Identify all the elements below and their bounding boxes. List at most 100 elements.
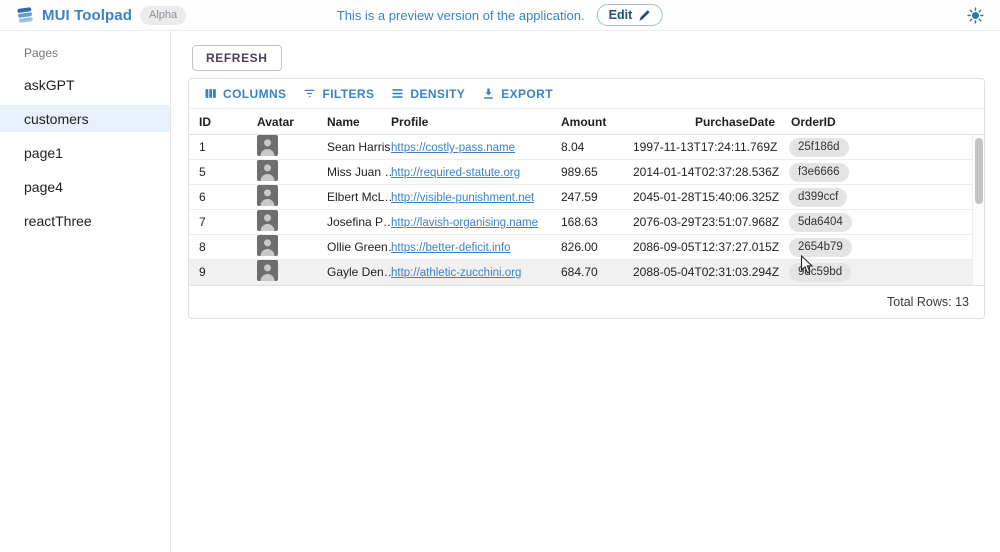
sidebar-item-askGPT[interactable]: askGPT (0, 71, 170, 98)
data-grid: COLUMNS FILTERS DE (188, 78, 985, 319)
table-row[interactable]: 7 Josefina P…http://lavish-organising.nam… (189, 210, 984, 235)
refresh-button[interactable]: REFRESH (192, 45, 282, 71)
cell-name: Miss Juan … (327, 165, 391, 179)
cell-id: 7 (199, 215, 257, 229)
sidebar-list: askGPT customers page1 page4 reactThree (0, 71, 170, 234)
edit-button-label: Edit (609, 8, 633, 22)
cell-id: 5 (199, 165, 257, 179)
grid-rows: 1Sean Harrishttps://costly-pass.name8.04… (189, 135, 984, 285)
export-button[interactable]: EXPORT (473, 82, 561, 105)
sun-icon (967, 7, 984, 24)
sidebar-item-page1[interactable]: page1 (0, 139, 170, 166)
table-row[interactable]: 6Elbert McL…http://visible-punishment.ne… (189, 185, 984, 210)
cell-purchase-date: 2014-01-14T02:37:28.536Z (633, 165, 781, 179)
order-id-chip: d399ccf (789, 188, 847, 207)
avatar (257, 210, 278, 231)
cell-purchase-date: 1997-11-13T17:24:11.769Z (633, 140, 781, 154)
table-row[interactable]: 8 Ollie Green…https://better-deficit.info… (189, 235, 984, 260)
cell-profile: http://lavish-organising.name (391, 215, 561, 229)
order-id-chip: 25f186d (789, 138, 849, 157)
table-row[interactable]: 5 Miss Juan …http://required-statute.org 9… (189, 160, 984, 185)
column-header-orderid[interactable]: OrderID (781, 115, 984, 129)
app-title: MUI Toolpad (42, 7, 132, 24)
sidebar-section-label: Pages (0, 31, 170, 64)
edit-button[interactable]: Edit (597, 4, 664, 26)
profile-link[interactable]: https://better-deficit.info (391, 242, 511, 254)
columns-button-label: COLUMNS (223, 87, 286, 101)
cell-profile: https://better-deficit.info (391, 240, 561, 254)
main-content: REFRESH COLUMNS (171, 31, 1000, 552)
order-id-chip: 5da6404 (789, 213, 852, 232)
cell-avatar (257, 160, 327, 184)
profile-link[interactable]: http://required-statute.org (391, 167, 520, 179)
cell-name: Gayle Den… (327, 265, 391, 279)
cell-avatar (257, 185, 327, 209)
cell-purchase-date: 2086-09-05T12:37:27.015Z (633, 240, 781, 254)
cell-amount: 989.65 (561, 165, 633, 179)
column-header-id[interactable]: ID (199, 115, 257, 129)
table-row[interactable]: 9 Gayle Den…http://athletic-zucchini.org 6… (189, 260, 984, 285)
cell-name: Ollie Green… (327, 240, 391, 254)
profile-link[interactable]: http://athletic-zucchini.org (391, 267, 521, 279)
filters-button[interactable]: FILTERS (294, 82, 382, 105)
scrollbar-thumb[interactable] (975, 138, 983, 204)
avatar (257, 260, 278, 281)
filters-button-label: FILTERS (322, 87, 374, 101)
theme-toggle-button[interactable] (967, 7, 984, 24)
columns-button[interactable]: COLUMNS (195, 82, 294, 105)
cell-order-id: 2654b79 (781, 238, 984, 257)
cell-order-id: 5da6404 (781, 213, 984, 232)
cell-amount: 684.70 (561, 265, 633, 279)
grid-footer: Total Rows: 13 (189, 285, 984, 318)
download-icon (481, 86, 496, 101)
pencil-icon (638, 9, 651, 22)
density-lines-icon (390, 86, 405, 101)
cell-profile: http://required-statute.org (391, 165, 561, 179)
topbar: MUI Toolpad Alpha This is a preview vers… (0, 0, 1000, 31)
preview-banner: This is a preview version of the applica… (337, 4, 663, 26)
cell-amount: 8.04 (561, 140, 633, 154)
profile-link[interactable]: http://lavish-organising.name (391, 217, 538, 229)
cell-amount: 826.00 (561, 240, 633, 254)
cell-order-id: f3e6666 (781, 163, 984, 182)
grid-toolbar: COLUMNS FILTERS DE (189, 79, 984, 109)
cell-profile: https://costly-pass.name (391, 140, 561, 154)
order-id-chip: 9dc59bd (789, 263, 851, 282)
cell-name: Elbert McL… (327, 190, 391, 204)
avatar (257, 235, 278, 256)
cell-purchase-date: 2088-05-04T02:31:03.294Z (633, 265, 781, 279)
sidebar-item-customers[interactable]: customers (0, 105, 170, 132)
total-rows-label: Total Rows: 13 (887, 295, 969, 309)
column-header-name[interactable]: Name (327, 115, 391, 129)
order-id-chip: 2654b79 (789, 238, 852, 257)
profile-link[interactable]: https://costly-pass.name (391, 142, 515, 154)
table-row[interactable]: 1Sean Harrishttps://costly-pass.name8.04… (189, 135, 984, 160)
density-button-label: DENSITY (410, 87, 465, 101)
cell-order-id: 25f186d (781, 138, 984, 157)
cell-id: 9 (199, 265, 257, 279)
sidebar-item-reactThree[interactable]: reactThree (0, 207, 170, 234)
density-button[interactable]: DENSITY (382, 82, 473, 105)
preview-text: This is a preview version of the applica… (337, 8, 585, 23)
export-button-label: EXPORT (501, 87, 553, 101)
cell-id: 1 (199, 140, 257, 154)
avatar (257, 135, 278, 156)
view-columns-icon (203, 86, 218, 101)
cell-order-id: 9dc59bd (781, 263, 984, 282)
cell-amount: 247.59 (561, 190, 633, 204)
cell-avatar (257, 210, 327, 234)
column-header-avatar[interactable]: Avatar (257, 115, 327, 129)
avatar (257, 160, 278, 181)
profile-link[interactable]: http://visible-punishment.net (391, 192, 534, 204)
column-header-amount[interactable]: Amount (561, 115, 633, 129)
brand: MUI Toolpad Alpha (16, 6, 186, 25)
vertical-scrollbar[interactable] (972, 135, 984, 285)
column-header-purchasedate[interactable]: PurchaseDate (633, 115, 781, 129)
cell-id: 8 (199, 240, 257, 254)
cell-purchase-date: 2076-03-29T23:51:07.968Z (633, 215, 781, 229)
cell-purchase-date: 2045-01-28T15:40:06.325Z (633, 190, 781, 204)
cell-avatar (257, 235, 327, 259)
sidebar-item-page4[interactable]: page4 (0, 173, 170, 200)
cell-name: Josefina P… (327, 215, 391, 229)
column-header-profile[interactable]: Profile (391, 115, 561, 129)
